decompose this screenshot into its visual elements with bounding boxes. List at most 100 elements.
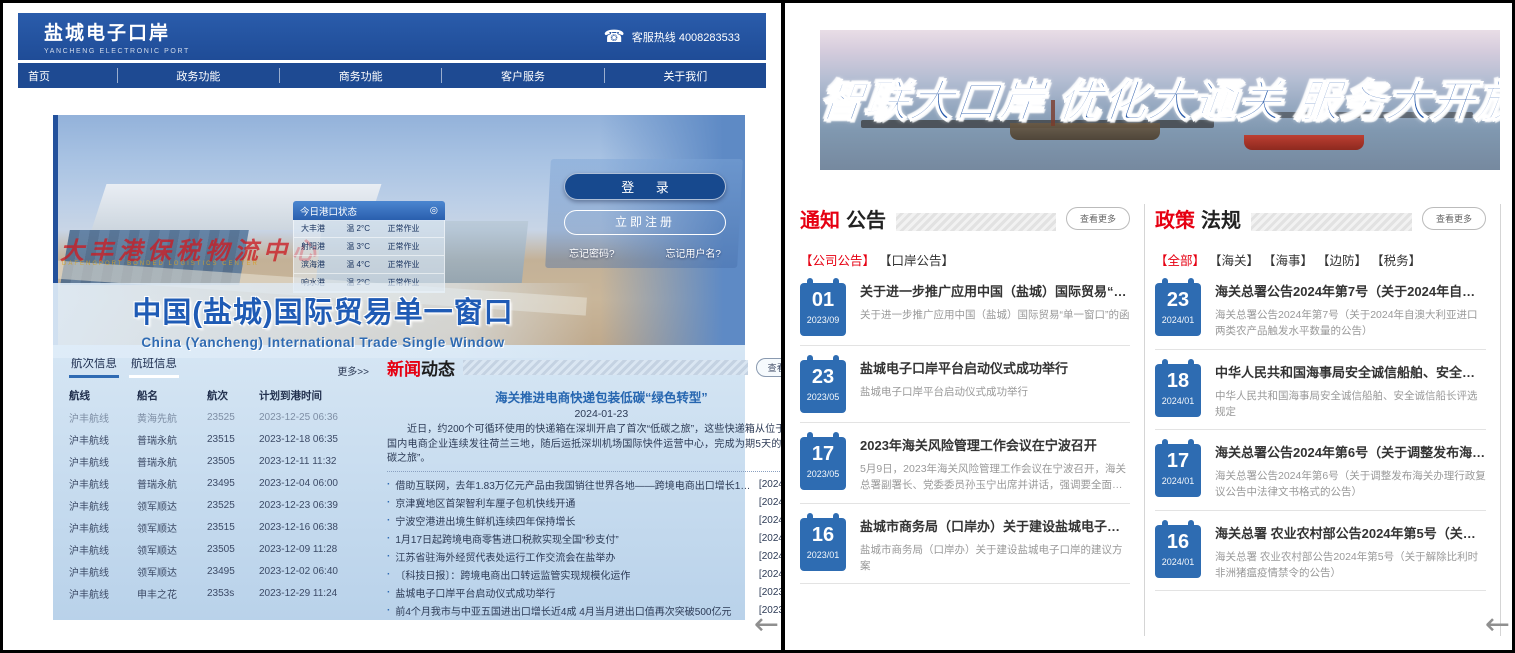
cell-voyage: 23495 — [207, 478, 259, 489]
forgot-password-link[interactable]: 忘记密码? — [569, 245, 615, 260]
notice-subtitle: 盐城电子口岸平台启动仪式成功举行 — [860, 384, 1130, 400]
cell-eta: 2023-12-25 06:36 — [259, 412, 369, 423]
hero-subtitle: China (Yancheng) International Trade Sin… — [53, 335, 593, 350]
nav-item-customer-service[interactable]: 客户服务 — [442, 68, 603, 84]
news-item[interactable]: · 〔科技日报〕：跨境电商出口转运监管实现规模化运作 [2024-01-18] — [387, 566, 781, 584]
nav-item-about[interactable]: 关于我们 — [605, 68, 766, 84]
filter-border[interactable]: 【边防】 — [1317, 250, 1367, 269]
policies-more-button[interactable]: 查看更多 — [1422, 207, 1486, 230]
right-page-panel: 智联大口岸 优化大通关 服务大开放 通知 公告 查看更多 【公司公告】 【口岸公… — [785, 3, 1512, 650]
filter-maritime[interactable]: 【海事】 — [1263, 250, 1313, 269]
calendar-year-month: 2024/01 — [1155, 315, 1201, 325]
port-temp: 温 2°C — [346, 223, 387, 234]
news-item-title: 1月17日起跨境电商零售进口税款实现全国“秒支付” — [395, 531, 759, 546]
cell-voyage: 23505 — [207, 456, 259, 467]
notice-item[interactable]: 17 2023/05 2023年海关风险管理工作会议在宁波召开 5月9日，202… — [800, 423, 1130, 504]
cell-ship: 黄海先航 — [137, 410, 207, 425]
notice-item[interactable]: 23 2023/05 盐城电子口岸平台启动仪式成功举行 盐城电子口岸平台启动仪式… — [800, 346, 1130, 423]
bullet-icon: · — [387, 569, 390, 580]
bullet-icon: · — [387, 533, 390, 544]
news-item-title: 宁波空港进出境生鲜机连续四年保持增长 — [395, 513, 759, 528]
policy-item[interactable]: 18 2024/01 中华人民共和国海事局安全诚信船舶、安全诚信船长评选规定 中… — [1155, 350, 1486, 431]
port-temp: 温 4°C — [346, 259, 387, 270]
cell-ship: 领军顺达 — [137, 498, 207, 513]
news-item[interactable]: · 盐城电子口岸平台启动仪式成功举行 [2023-05-30] — [387, 584, 781, 602]
calendar-icon: 16 2024/01 — [1155, 525, 1201, 578]
hero-title-block: 中国(盐城)国际贸易单一窗口 China (Yancheng) Internat… — [53, 283, 593, 358]
filter-company-notice[interactable]: 【公司公告】 — [800, 250, 875, 269]
filter-tax[interactable]: 【税务】 — [1371, 250, 1421, 269]
hatch-band — [896, 213, 1056, 231]
news-item[interactable]: · 宁波空港进出境生鲜机连续四年保持增长 [2024-01-22] — [387, 512, 781, 530]
calendar-icon: 17 2024/01 — [1155, 444, 1201, 497]
carousel-prev-arrow[interactable]: ← — [1485, 610, 1510, 640]
news-item-date: [2024-01-23] — [759, 479, 781, 490]
cell-route: 沪丰航线 — [69, 432, 137, 447]
hatch-band — [463, 360, 748, 375]
cell-voyage: 23495 — [207, 566, 259, 577]
news-item-date: [2024-01-22] — [759, 497, 781, 508]
cell-route: 沪丰航线 — [69, 454, 137, 469]
port-status-widget: 今日港口状态 ◎ 大丰港 温 2°C 正常作业 射阳港 温 3°C 正常作业 — [293, 201, 445, 293]
notice-item[interactable]: 01 2023/09 关于进一步推广应用中国（盐城）国际贸易“单一窗口”的通 关… — [800, 269, 1130, 346]
news-item[interactable]: · 借助互联网，去年1.83万亿元产品由我国销往世界各地——跨境电商出口增长19… — [387, 476, 781, 494]
policies-title-red: 政策 — [1155, 204, 1195, 233]
notices-section: 通知 公告 查看更多 【公司公告】 【口岸公告】 01 2023/09 关于进一… — [800, 204, 1145, 636]
filter-port-notice[interactable]: 【口岸公告】 — [879, 250, 954, 269]
filter-all[interactable]: 【全部】 — [1155, 250, 1205, 269]
nav-item-government[interactable]: 政务功能 — [118, 68, 279, 84]
calendar-day: 16 — [1155, 531, 1201, 553]
cell-route: 沪丰航线 — [69, 520, 137, 535]
featured-news-title[interactable]: 海关推进电商快递包装低碳“绿色转型” — [387, 387, 781, 406]
notice-item[interactable]: 16 2023/01 盐城市商务局（口岸办）关于建设盐城电子口岸的建议方案 盐城… — [800, 504, 1130, 585]
schedule-table: 航线 船名 航次 计划到港时间 沪丰航线 黄海先航 23525 2023-12-… — [69, 384, 369, 604]
tab-voyage-info[interactable]: 航次信息 — [69, 355, 119, 378]
policy-item[interactable]: 16 2024/01 海关总署 农业农村部公告2024年第5号（关于解除比利时非… — [1155, 511, 1486, 592]
calendar-year-month: 2023/05 — [800, 469, 846, 479]
notice-title: 盐城电子口岸平台启动仪式成功举行 — [860, 358, 1130, 377]
site-logo-subtitle: YANCHENG ELECTRONIC PORT — [44, 48, 190, 55]
calendar-icon: 23 2023/05 — [800, 360, 846, 413]
register-button[interactable]: 立即注册 — [564, 210, 726, 235]
notices-filters: 【公司公告】 【口岸公告】 — [800, 250, 1130, 269]
notices-title-red: 通知 — [800, 204, 840, 233]
calendar-year-month: 2023/05 — [800, 392, 846, 402]
login-panel: 登 录 立即注册 忘记密码? 忘记用户名? — [564, 173, 726, 260]
policy-item[interactable]: 17 2024/01 海关总署公告2024年第6号（关于调整发布海关办理行政复议… — [1155, 430, 1486, 511]
filter-customs[interactable]: 【海关】 — [1209, 250, 1259, 269]
policy-title: 中华人民共和国海事局安全诚信船舶、安全诚信船长评选规定 — [1215, 362, 1486, 381]
policies-filters: 【全部】 【海关】 【海事】 【边防】 【税务】 — [1155, 250, 1486, 269]
bullet-icon: · — [387, 479, 390, 490]
port-state: 正常作业 — [388, 223, 437, 234]
tab-flight-info[interactable]: 航班信息 — [129, 355, 179, 378]
policy-subtitle: 海关总署公告2024年第6号（关于调整发布海关办理行政复议公告中法律文书格式的公… — [1215, 468, 1486, 501]
calendar-day: 16 — [800, 524, 846, 546]
nav-item-business[interactable]: 商务功能 — [280, 68, 441, 84]
news-header: 新闻 动态 查看更多 — [387, 355, 781, 380]
schedule-more-link[interactable]: 更多>> — [337, 363, 369, 378]
login-button[interactable]: 登 录 — [564, 173, 726, 200]
news-item[interactable]: · 前4个月我市与中亚五国进出口增长近4成 4月当月进出口值再次突破500亿元 … — [387, 602, 781, 620]
calendar-day: 18 — [1155, 370, 1201, 392]
port-status-row: 滨海港 温 4°C 正常作业 — [294, 256, 444, 274]
notices-more-button[interactable]: 查看更多 — [1066, 207, 1130, 230]
nav-item-home[interactable]: 首页 — [18, 68, 117, 84]
carousel-prev-arrow[interactable]: ← — [754, 610, 779, 640]
news-item[interactable]: · 江苏省驻海外经贸代表处运行工作交流会在盐举办 [2024-01-18] — [387, 548, 781, 566]
port-name: 大丰港 — [301, 223, 346, 234]
news-item-date: [2024-01-18] — [759, 569, 781, 580]
table-row: 沪丰航线 普瑞永航 23515 2023-12-18 06:35 — [69, 428, 369, 450]
cell-eta: 2023-12-16 06:38 — [259, 522, 369, 533]
news-item[interactable]: · 京津冀地区首架智利车厘子包机快线开通 [2024-01-22] — [387, 494, 781, 512]
cell-voyage: 23515 — [207, 522, 259, 533]
cell-voyage: 23525 — [207, 500, 259, 511]
news-list: · 借助互联网，去年1.83万亿元产品由我国销往世界各地——跨境电商出口增长19… — [387, 476, 781, 620]
calendar-day: 01 — [800, 289, 846, 311]
calendar-day: 17 — [1155, 450, 1201, 472]
news-item-title: 前4个月我市与中亚五国进出口增长近4成 4月当月进出口值再次突破500亿元 — [395, 603, 759, 618]
policy-item[interactable]: 23 2024/01 海关总署公告2024年第7号（关于2024年自澳大利亚进口… — [1155, 269, 1486, 350]
forgot-username-link[interactable]: 忘记用户名? — [665, 245, 721, 260]
cell-ship: 申丰之花 — [137, 586, 207, 601]
news-item[interactable]: · 1月17日起跨境电商零售进口税款实现全国“秒支付” [2024-01-19] — [387, 530, 781, 548]
news-more-button[interactable]: 查看更多 — [756, 358, 781, 377]
